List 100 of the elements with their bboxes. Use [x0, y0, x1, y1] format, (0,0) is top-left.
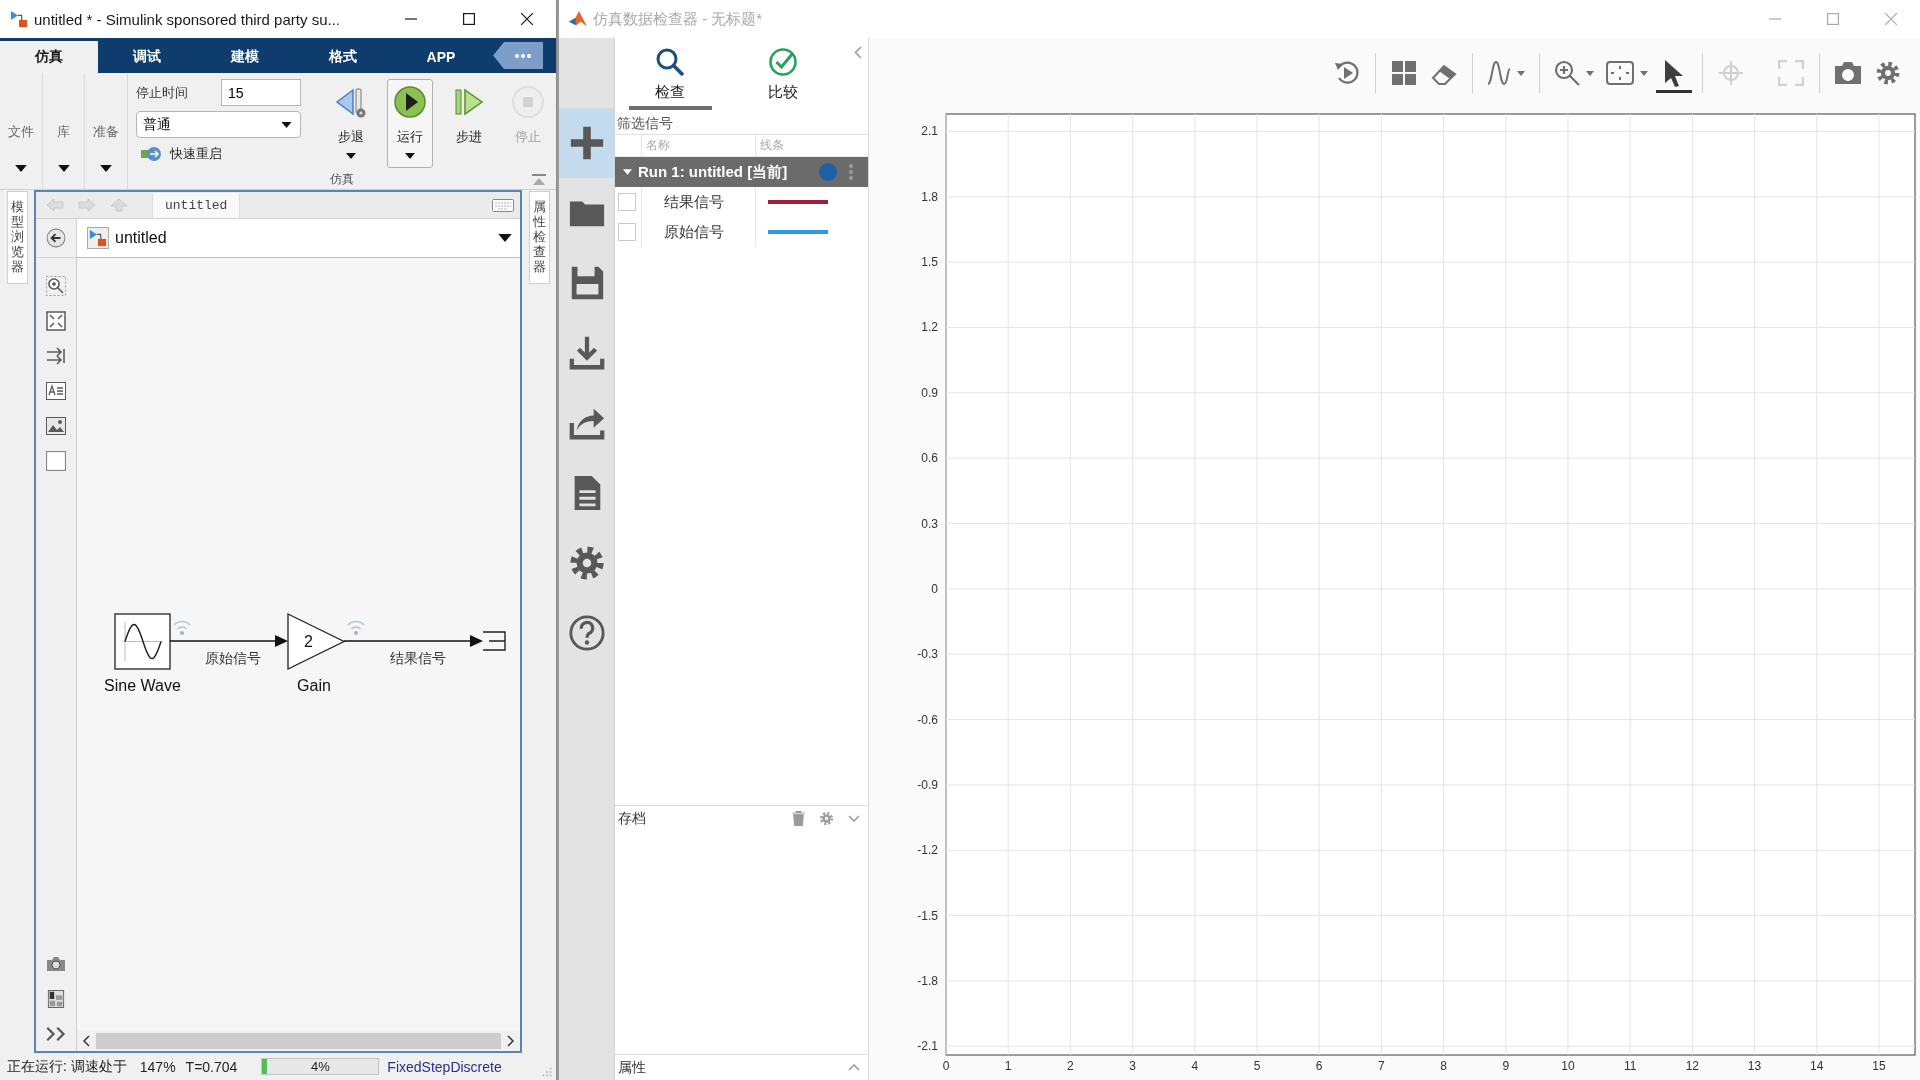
ribbon-tab[interactable]: APP [392, 41, 490, 73]
camera-icon[interactable] [46, 954, 66, 973]
window-title: 仿真数据检查器 - 无标题* [593, 9, 764, 29]
zoom-icon[interactable] [46, 275, 66, 296]
caret-icon [57, 165, 70, 172]
pacing-percent: 147% [139, 1058, 176, 1075]
checkbox[interactable] [618, 223, 636, 241]
ribbon-menu-button[interactable]: 准备 [85, 73, 128, 189]
caret-icon [346, 153, 356, 159]
tick-label: -1.5 [917, 908, 938, 923]
tick-label: 0 [942, 1059, 950, 1073]
signal-line[interactable] [343, 635, 483, 647]
caret-icon[interactable] [623, 169, 632, 175]
stop-time-field[interactable]: 15 [221, 79, 301, 106]
property-inspector-tab[interactable]: 属性检查器 [528, 191, 550, 284]
status-message: 正在运行: 调速处于 [7, 1057, 127, 1076]
section-title: 属性 [618, 1058, 646, 1077]
download-icon [567, 334, 606, 372]
ribbon-menu-button[interactable]: 文件 [0, 73, 43, 189]
tick-label: 1.5 [921, 255, 938, 270]
tick-label: 8 [1440, 1059, 1447, 1073]
chevrons-icon[interactable] [46, 1024, 66, 1043]
signal-line[interactable] [169, 635, 288, 647]
caret-icon [1586, 70, 1594, 76]
simulation-mode-dropdown[interactable]: 普通 [136, 111, 301, 138]
checkbox[interactable] [618, 193, 636, 211]
replay-icon [1333, 59, 1361, 87]
caret-icon [100, 165, 112, 172]
tick-label: 2.1 [921, 124, 938, 139]
trash-icon[interactable] [792, 811, 805, 826]
more-tabs-button[interactable] [493, 42, 543, 69]
collapse-panel-icon[interactable] [854, 46, 862, 59]
tick-label: 9 [1502, 1059, 1510, 1073]
tick-label: 12 [1685, 1059, 1699, 1073]
caret-icon [405, 153, 415, 159]
text-annotation-icon[interactable] [46, 380, 66, 401]
ribbon-button[interactable]: 步进 [446, 79, 492, 168]
block-label: Sine Wave [104, 677, 181, 694]
scrollbar-thumb[interactable] [96, 1033, 501, 1049]
tick-label: 5 [1253, 1059, 1261, 1073]
ribbon-menu-button[interactable]: 库 [43, 73, 85, 189]
tick-label: -1.2 [917, 843, 938, 858]
ribbon-button[interactable]: 步退 [328, 79, 374, 168]
tick-label: 0 [931, 581, 938, 596]
sidebar-button[interactable] [559, 108, 614, 178]
help-icon [567, 614, 606, 652]
collapse-ribbon-icon[interactable] [532, 173, 546, 185]
navigate-back-icon[interactable] [46, 228, 66, 248]
settings-icon[interactable] [819, 811, 834, 826]
resize-grip-icon [542, 1067, 552, 1077]
caret-icon [15, 165, 27, 172]
tick-label: 0.9 [921, 385, 938, 400]
signal-name[interactable]: 结果信号 [641, 187, 755, 217]
progress-reading: 4% [310, 1060, 330, 1073]
gain-block[interactable]: 2 [287, 612, 346, 671]
rectangle-icon[interactable] [46, 450, 66, 471]
crosshair-icon [1718, 60, 1744, 86]
tick-label: 0.3 [921, 516, 938, 531]
check-circle-icon [767, 47, 798, 77]
run-name: Run 1: untitled [当前] [638, 162, 788, 182]
image-icon[interactable] [46, 415, 66, 436]
column-header: 线条 [755, 135, 868, 156]
ribbon-tab[interactable]: 建模 [196, 41, 294, 73]
arrows-icon[interactable] [46, 345, 66, 366]
signal-name[interactable]: 原始信号 [641, 217, 755, 247]
scroll-left-icon[interactable] [83, 1035, 90, 1047]
chevron-up-icon[interactable] [848, 1064, 860, 1071]
tick-label: 15 [1872, 1059, 1886, 1073]
layout-icon[interactable] [46, 989, 66, 1008]
sine-wave-block[interactable] [114, 613, 171, 670]
ribbon-button[interactable]: 运行 [387, 79, 433, 168]
caret-icon [1517, 70, 1525, 76]
maximize-icon[interactable] [463, 13, 475, 25]
scroll-right-icon[interactable] [507, 1035, 514, 1047]
run-row[interactable]: Run 1: untitled [当前] [615, 157, 868, 187]
model-path-dropdown[interactable]: untitled [77, 219, 520, 258]
panel-tab[interactable]: 比较 [741, 40, 824, 110]
close-icon[interactable] [521, 13, 533, 25]
app-logo-icon [569, 10, 587, 28]
chevron-down-icon[interactable] [848, 815, 860, 822]
ribbon-tab[interactable]: 仿真 [0, 41, 98, 73]
layout-grid-icon [1391, 60, 1417, 86]
app-logo-icon [10, 10, 28, 28]
search-icon [655, 47, 686, 77]
breadcrumb-tab[interactable]: untitled [152, 193, 241, 218]
tick-label: 11 [1623, 1059, 1637, 1073]
keyboard-icon[interactable] [492, 198, 514, 212]
settings-icon [1875, 60, 1901, 86]
tick-label: 1 [1004, 1059, 1012, 1073]
ribbon-tab[interactable]: 格式 [294, 41, 392, 73]
step-back-icon [334, 85, 368, 119]
tick-label: 6 [1315, 1059, 1323, 1073]
model-icon [89, 229, 107, 247]
model-browser-tab[interactable]: 模型浏览器 [6, 191, 28, 284]
fit-view-icon[interactable] [46, 310, 66, 331]
solver-link[interactable]: FixedStepDiscrete [387, 1058, 502, 1075]
outport-block[interactable] [482, 631, 506, 651]
fast-restart-button[interactable]: 快速重启 [136, 143, 222, 165]
camera-icon [1834, 61, 1862, 85]
ribbon-tab[interactable]: 调试 [98, 41, 196, 73]
